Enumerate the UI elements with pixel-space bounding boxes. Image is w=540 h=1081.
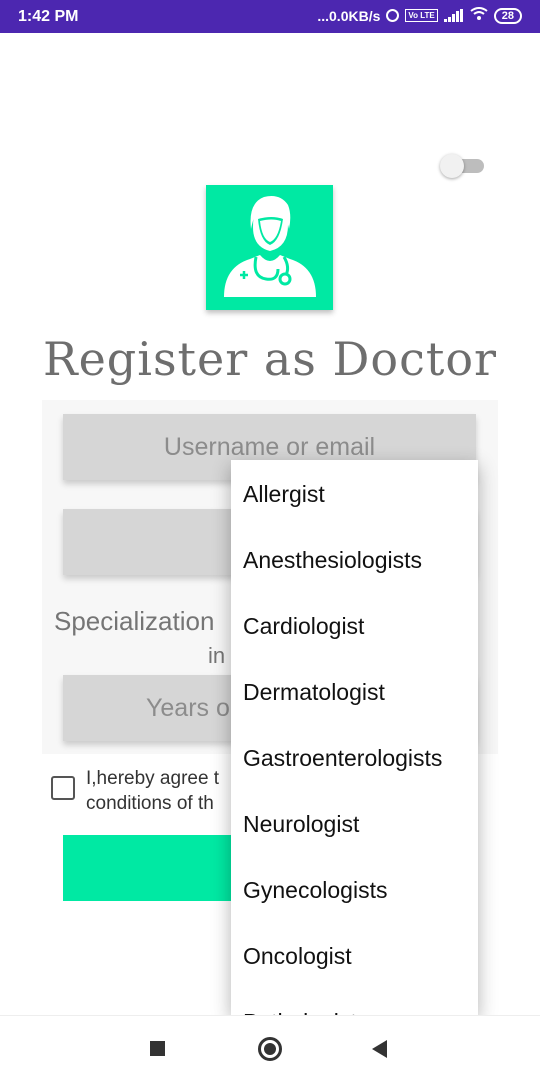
dropdown-item-pathologist[interactable]: Pathologist: [231, 989, 478, 1015]
specialization-subtext: in: [208, 643, 226, 668]
wifi-icon: [470, 7, 488, 24]
dropdown-item-gastroenterologists[interactable]: Gastroenterologists: [231, 725, 478, 791]
back-icon[interactable]: [372, 1040, 387, 1058]
network-speed: ...0.0KB/s: [317, 7, 381, 24]
page-title: Register as Doctor: [42, 332, 498, 386]
status-time: 1:42 PM: [18, 8, 79, 25]
specialization-label: Specialization: [54, 606, 215, 636]
signal-icon: [443, 9, 464, 22]
navigation-bar: [0, 1015, 540, 1081]
status-icons: ...0.0KB/s Vo LTE 28: [317, 7, 522, 24]
battery-icon: 28: [493, 7, 522, 24]
dropdown-item-allergist[interactable]: Allergist: [231, 461, 478, 527]
doctor-icon: [224, 196, 316, 297]
dropdown-item-dermatologist[interactable]: Dermatologist: [231, 659, 478, 725]
agree-line-2: conditions of th: [86, 793, 214, 814]
agree-text: I,hereby agree t conditions of th: [86, 766, 236, 816]
agree-line-1: I,hereby agree t: [86, 768, 220, 789]
dropdown-item-cardiologist[interactable]: Cardiologist: [231, 593, 478, 659]
theme-toggle[interactable]: [440, 154, 484, 178]
dropdown-item-oncologist[interactable]: Oncologist: [231, 923, 478, 989]
dropdown-item-gynecologists[interactable]: Gynecologists: [231, 857, 478, 923]
toggle-thumb: [440, 154, 464, 178]
recent-apps-icon[interactable]: [150, 1041, 165, 1056]
dropdown-item-anesthesiologists[interactable]: Anesthesiologists: [231, 527, 478, 593]
agree-checkbox[interactable]: [51, 776, 75, 800]
doctor-logo: [206, 185, 333, 310]
dropdown-item-neurologist[interactable]: Neurologist: [231, 791, 478, 857]
volte-icon: Vo LTE: [405, 9, 438, 22]
alarm-icon: [386, 9, 400, 22]
specialization-dropdown[interactable]: Allergist Anesthesiologists Cardiologist…: [231, 460, 478, 1015]
status-bar: 1:42 PM ...0.0KB/s Vo LTE 28: [0, 0, 540, 33]
home-icon[interactable]: [258, 1037, 282, 1061]
